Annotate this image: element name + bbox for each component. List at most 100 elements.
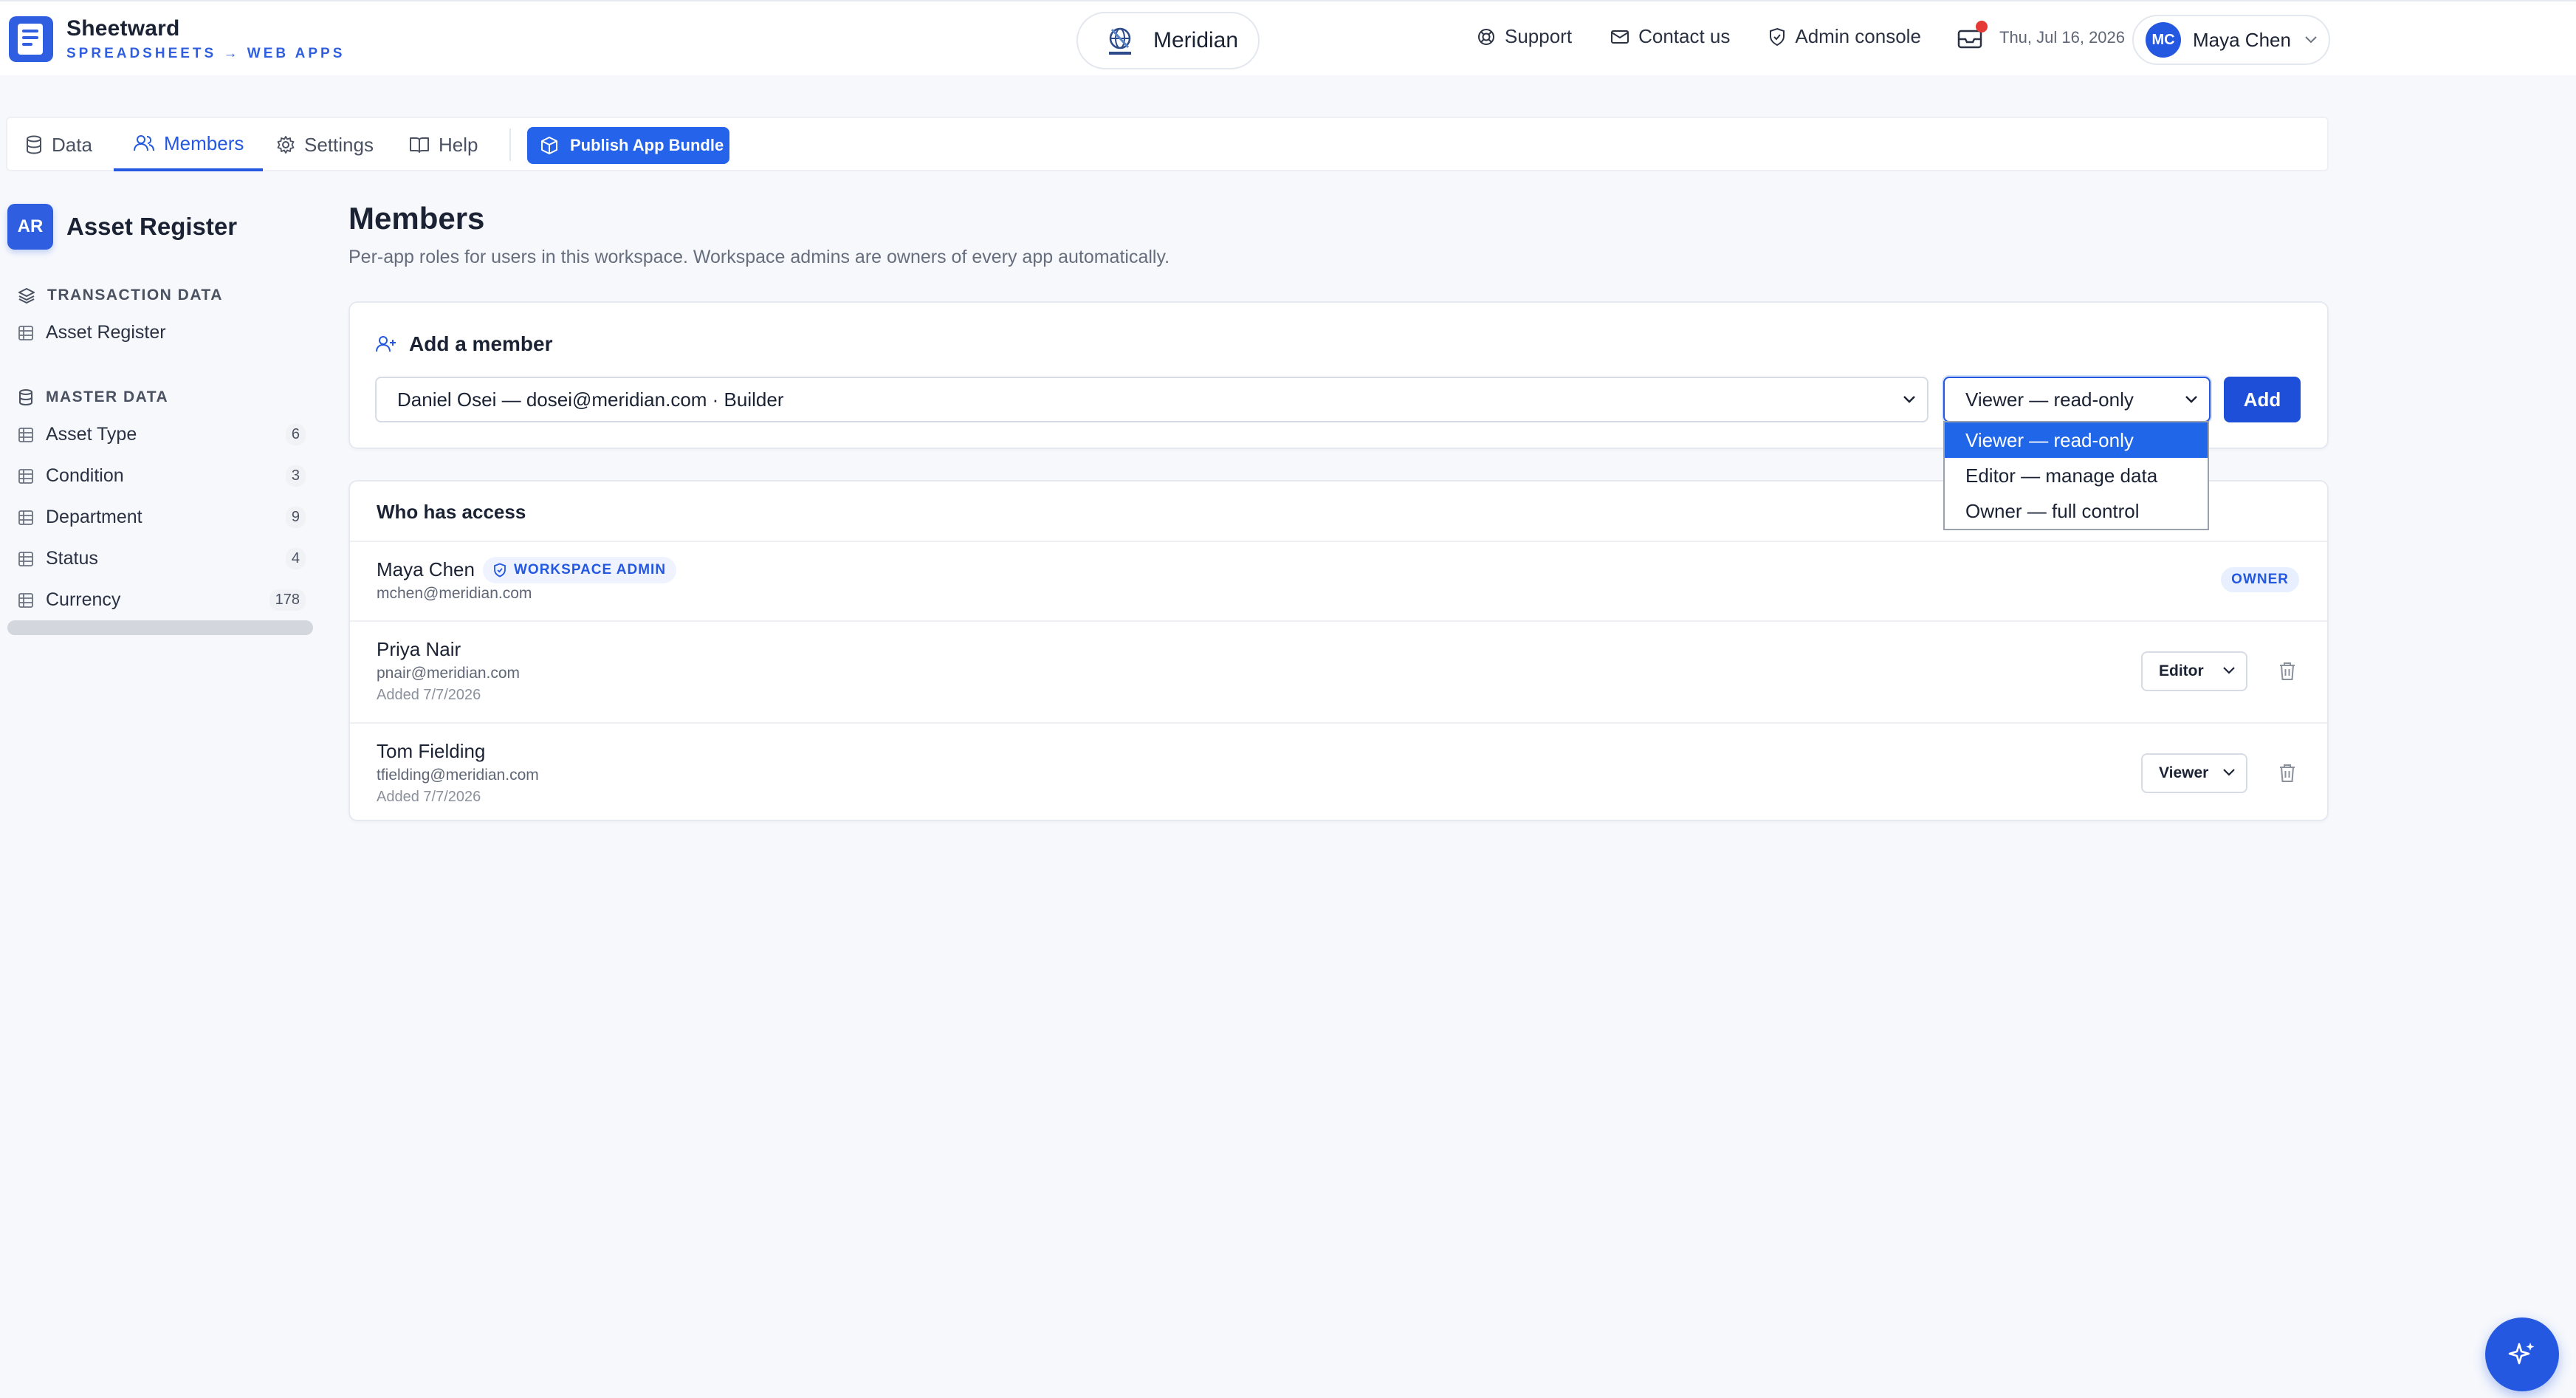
access-heading: Who has access: [377, 501, 526, 523]
admin-console-label: Admin console: [1795, 25, 1921, 47]
user-menu[interactable]: MC Maya Chen: [2132, 15, 2330, 65]
brand-tagline: SPREADSHEETS → WEB APPS: [66, 46, 346, 61]
sidebar-item-label: Status: [46, 548, 98, 569]
member-name: Maya Chen: [377, 558, 475, 580]
chevron-down-icon: [2223, 769, 2235, 776]
tab-help-label: Help: [439, 133, 478, 156]
member-role-value: Editor: [2159, 662, 2204, 679]
inbox-button[interactable]: [1957, 21, 1988, 50]
notification-dot: [1976, 21, 1988, 32]
role-option-viewer[interactable]: Viewer — read-only: [1945, 422, 2208, 458]
sidebar-item-department[interactable]: Department 9: [18, 507, 306, 528]
owner-role-badge: OWNER: [2221, 567, 2299, 592]
member-row: Priya Nair pnair@meridian.com Added 7/7/…: [350, 620, 2327, 722]
role-select-value: Viewer — read-only: [1965, 388, 2134, 411]
item-count: 4: [285, 548, 306, 569]
section-title: TRANSACTION DATA: [47, 287, 223, 304]
tab-settings[interactable]: Settings: [276, 118, 374, 171]
member-role-select[interactable]: Editor: [2141, 651, 2247, 691]
sidebar-item-currency[interactable]: Currency 178: [18, 589, 306, 611]
access-list-card: Who has access Maya Chen WORKSPACE ADMIN…: [348, 480, 2329, 821]
sidebar-item-label: Department: [46, 507, 142, 527]
member-added-date: Added 7/7/2026: [377, 687, 481, 703]
sheetward-logo-icon: [9, 16, 53, 62]
layers-icon: [18, 288, 35, 304]
sidebar-scrollbar[interactable]: [7, 620, 313, 635]
database-icon: [27, 135, 41, 154]
app-badge: AR: [7, 204, 53, 250]
contact-link[interactable]: Contact us: [1610, 25, 1730, 48]
meridian-globe-logo: [1109, 27, 1131, 55]
trash-icon[interactable]: [2277, 762, 2298, 784]
chevron-down-icon: [1903, 396, 1915, 403]
member-select[interactable]: Daniel Osei — dosei@meridian.com · Build…: [375, 377, 1928, 422]
trash-icon[interactable]: [2277, 660, 2298, 682]
tab-data-label: Data: [52, 133, 92, 156]
member-email: pnair@meridian.com: [377, 665, 521, 682]
role-option-owner[interactable]: Owner — full control: [1945, 493, 2208, 529]
role-option-editor[interactable]: Editor — manage data: [1945, 458, 2208, 493]
mail-icon: [1611, 30, 1629, 44]
tab-members[interactable]: Members: [114, 118, 264, 171]
page-title: Members: [348, 201, 485, 236]
table-icon: [18, 427, 33, 442]
shield-check-icon: [494, 563, 506, 578]
publish-app-bundle-button[interactable]: Publish App Bundle: [527, 127, 729, 164]
brand-name: Sheetward: [66, 16, 180, 41]
sparkles-icon: [2508, 1343, 2535, 1365]
user-name: Maya Chen: [2193, 28, 2291, 51]
member-select-value: Daniel Osei — dosei@meridian.com · Build…: [397, 388, 784, 411]
table-icon: [18, 551, 33, 566]
chevron-down-icon: [2305, 36, 2317, 44]
avatar: MC: [2146, 22, 2181, 58]
admin-console-link[interactable]: Admin console: [1768, 25, 1921, 48]
member-role-select[interactable]: Viewer: [2141, 753, 2247, 793]
chevron-down-icon: [2223, 667, 2235, 674]
item-count: 3: [285, 465, 306, 487]
contact-label: Contact us: [1638, 25, 1731, 47]
sidebar-item-condition[interactable]: Condition 3: [18, 465, 306, 487]
brand[interactable]: Sheetward SPREADSHEETS → WEB APPS: [9, 16, 345, 62]
sidebar-item-label: Currency: [46, 589, 121, 610]
sidebar-item-asset-register[interactable]: Asset Register: [18, 322, 306, 343]
member-name: Priya Nair: [377, 638, 461, 660]
add-button[interactable]: Add: [2224, 377, 2301, 422]
section-title: MASTER DATA: [46, 388, 169, 405]
shield-icon: [1770, 27, 1785, 46]
app-name: Asset Register: [66, 213, 238, 240]
tab-settings-label: Settings: [304, 133, 374, 156]
tab-help[interactable]: Help: [409, 118, 478, 171]
ai-assistant-button[interactable]: [2485, 1318, 2559, 1391]
member-name: Tom Fielding: [377, 740, 486, 762]
support-link[interactable]: Support: [1477, 25, 1572, 48]
table-icon: [18, 468, 33, 484]
page-subtitle: Per-app roles for users in this workspac…: [348, 247, 1170, 267]
sidebar-item-status[interactable]: Status 4: [18, 548, 306, 569]
sidebar-section-transaction-data: TRANSACTION DATA: [18, 287, 223, 304]
member-role-value: Viewer: [2159, 764, 2209, 781]
users-icon: [134, 135, 154, 151]
tenant-name: Meridian: [1153, 28, 1239, 52]
app-header: AR Asset Register: [7, 204, 237, 250]
sidebar-item-label: Asset Type: [46, 424, 137, 445]
book-icon: [410, 137, 429, 153]
tab-data[interactable]: Data: [25, 118, 92, 171]
member-added-date: Added 7/7/2026: [377, 789, 481, 805]
lifebuoy-icon: [1478, 28, 1494, 45]
package-icon: [541, 137, 557, 154]
item-count: 178: [269, 589, 306, 611]
add-member-heading: Add a member: [375, 332, 553, 356]
tab-divider: [509, 129, 511, 161]
user-plus-icon: [376, 336, 396, 352]
role-dropdown-list: Viewer — read-only Editor — manage data …: [1943, 421, 2209, 530]
tenant-switcher[interactable]: Meridian: [1076, 12, 1260, 69]
role-select[interactable]: Viewer — read-only: [1943, 377, 2211, 422]
table-icon: [18, 592, 33, 608]
top-bar: Sheetward SPREADSHEETS → WEB APPS Meridi…: [0, 0, 2576, 75]
workspace-admin-badge: WORKSPACE ADMIN: [483, 557, 677, 583]
database-icon: [19, 389, 32, 406]
support-label: Support: [1505, 25, 1573, 47]
app-tab-bar: Data Members Settings Help Publish App B…: [6, 117, 2329, 171]
member-row: Maya Chen WORKSPACE ADMIN mchen@meridian…: [350, 541, 2327, 620]
sidebar-item-asset-type[interactable]: Asset Type 6: [18, 424, 306, 445]
